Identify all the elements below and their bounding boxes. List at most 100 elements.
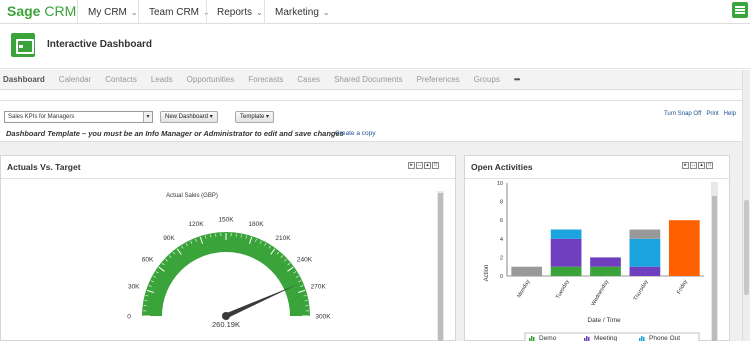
y-tick-label: 10 bbox=[497, 181, 503, 187]
tab-groups[interactable]: Groups bbox=[467, 75, 507, 84]
chevron-down-icon: ⌄ bbox=[130, 7, 138, 17]
gauge-tick-label: 300K bbox=[315, 314, 331, 321]
create-copy-link[interactable]: Create a copy bbox=[335, 130, 375, 137]
list-icon[interactable] bbox=[732, 2, 748, 18]
panel-scrollbar-thumb[interactable] bbox=[438, 193, 443, 341]
more-tabs-button[interactable]: ••• bbox=[507, 75, 526, 84]
tab-preferences[interactable]: Preferences bbox=[410, 75, 467, 84]
y-tick-label: 8 bbox=[500, 200, 503, 206]
panel-scrollbar[interactable] bbox=[437, 191, 444, 341]
toolbar-links: Turn Snap Off Print Help bbox=[664, 111, 736, 117]
tab-dashboard[interactable]: Dashboard bbox=[0, 75, 52, 84]
y-tick-label: 2 bbox=[500, 255, 503, 261]
tab-forecasts[interactable]: Forecasts bbox=[241, 75, 290, 84]
tab-bar: Dashboard Calendar Contacts Leads Opport… bbox=[0, 70, 742, 90]
print-link[interactable]: Print bbox=[706, 111, 718, 117]
menu-my-crm[interactable]: My CRM ⌄ bbox=[77, 0, 148, 24]
tab-shared-documents[interactable]: Shared Documents bbox=[327, 75, 409, 84]
page-title: Interactive Dashboard bbox=[47, 39, 153, 50]
gauge-band bbox=[142, 232, 310, 316]
bar-segment[interactable] bbox=[590, 266, 621, 276]
logo-crm-text: CRM bbox=[44, 3, 77, 19]
refresh-icon[interactable]: ↔ bbox=[416, 162, 423, 169]
menu-label: Reports bbox=[217, 6, 253, 18]
turn-snap-off-link[interactable]: Turn Snap Off bbox=[664, 111, 701, 117]
bar-segment[interactable] bbox=[511, 266, 543, 276]
gauge-chart: Actual Sales (GBP) 0 30K 60K 90K 120K 150K 180… bbox=[127, 193, 331, 329]
template-button[interactable]: Template ▾ bbox=[235, 111, 275, 123]
gauge-tick-label: 30K bbox=[128, 284, 140, 291]
menu-label: Marketing bbox=[275, 6, 319, 18]
menu-label: Team CRM bbox=[149, 6, 200, 18]
y-tick-label: 0 bbox=[500, 274, 503, 280]
y-axis-label: Action bbox=[484, 265, 490, 282]
gauge-tick-label: 150K bbox=[218, 217, 234, 224]
bar-segment[interactable] bbox=[668, 220, 700, 276]
sage-crm-logo[interactable]: Sage CRM bbox=[7, 3, 76, 19]
panel-title: Actuals Vs. Target bbox=[7, 162, 81, 172]
open-activities-panel: Open Activities ▸ ↔ ▴ □ 0 2 4 6 8 10 Monday Tu… bbox=[464, 155, 730, 341]
chart-category-labels: Monday Tuesday Wednesday Thursday Friday bbox=[516, 279, 689, 307]
menu-reports[interactable]: Reports ⌄ bbox=[206, 0, 273, 24]
settings-icon[interactable]: ▸ bbox=[682, 162, 689, 169]
panel-controls: ▸ ↔ ▴ □ bbox=[408, 162, 439, 169]
panel-scrollbar[interactable] bbox=[711, 182, 718, 341]
tab-opportunities[interactable]: Opportunities bbox=[180, 75, 242, 84]
page-scrollbar[interactable] bbox=[742, 70, 750, 341]
gauge-value-label: 260.19K bbox=[212, 320, 240, 329]
tab-cases[interactable]: Cases bbox=[290, 75, 327, 84]
category-label: Wednesday bbox=[591, 279, 611, 307]
dashboard-select-value: Sales KPIs for Managers bbox=[8, 114, 75, 120]
gauge-tick-label: 270K bbox=[311, 284, 327, 291]
panel-scrollbar-thumb[interactable] bbox=[712, 196, 717, 341]
actuals-vs-target-panel: Actuals Vs. Target ▸ ↔ ▴ □ Actual Sales … bbox=[0, 155, 456, 341]
category-label: Friday bbox=[676, 279, 689, 295]
new-dashboard-button[interactable]: New Dashboard ▾ bbox=[160, 111, 218, 123]
dashboard-select[interactable]: Sales KPIs for Managers ▾ bbox=[4, 111, 153, 123]
legend-label: Meeting bbox=[594, 335, 618, 341]
page-scrollbar-thumb[interactable] bbox=[744, 200, 749, 295]
refresh-icon[interactable]: ↔ bbox=[690, 162, 697, 169]
bar-segment[interactable] bbox=[590, 257, 621, 267]
maximize-icon[interactable]: □ bbox=[432, 162, 439, 169]
gauge-tick-label: 60K bbox=[142, 256, 154, 263]
gauge-title: Actual Sales (GBP) bbox=[166, 193, 218, 199]
gauge-tick-label: 180K bbox=[248, 221, 264, 228]
collapse-icon[interactable]: ▴ bbox=[424, 162, 431, 169]
menu-marketing[interactable]: Marketing ⌄ bbox=[264, 0, 340, 24]
bar-segment[interactable] bbox=[629, 266, 661, 276]
dashboard-icon bbox=[11, 33, 35, 57]
panel-controls: ▸ ↔ ▴ □ bbox=[682, 162, 713, 169]
category-label: Monday bbox=[516, 279, 531, 299]
gauge-tick-label: 90K bbox=[163, 235, 175, 242]
settings-icon[interactable]: ▸ bbox=[408, 162, 415, 169]
bar-segment[interactable] bbox=[550, 238, 582, 267]
bar-segment[interactable] bbox=[550, 266, 582, 276]
legend-label: Phone Out bbox=[649, 335, 680, 341]
divider bbox=[0, 100, 742, 101]
top-navigation: Sage CRM My CRM ⌄ Team CRM ⌄ Reports ⌄ Mark… bbox=[0, 0, 750, 24]
chart-bars bbox=[511, 220, 700, 276]
bar-segment[interactable] bbox=[629, 229, 661, 239]
y-tick-label: 6 bbox=[500, 218, 503, 224]
collapse-icon[interactable]: ▴ bbox=[698, 162, 705, 169]
gauge-tick-label: 0 bbox=[127, 314, 131, 321]
tab-leads[interactable]: Leads bbox=[144, 75, 180, 84]
logo-sage-text: Sage bbox=[7, 3, 41, 19]
dropdown-arrow-icon: ▾ bbox=[143, 112, 152, 122]
y-tick-label: 4 bbox=[500, 237, 503, 243]
help-link[interactable]: Help bbox=[724, 111, 736, 117]
x-axis-label: Date / Time bbox=[587, 317, 621, 324]
maximize-icon[interactable]: □ bbox=[706, 162, 713, 169]
page-header: Interactive Dashboard bbox=[0, 25, 750, 69]
gauge-tick-label: 240K bbox=[297, 256, 313, 263]
chevron-down-icon: ⌄ bbox=[256, 7, 263, 17]
tab-contacts[interactable]: Contacts bbox=[98, 75, 144, 84]
chart-legend: Demo Meeting Phone Out bbox=[524, 332, 700, 341]
bar-segment[interactable] bbox=[629, 238, 661, 267]
bar-segment[interactable] bbox=[550, 229, 582, 239]
divider bbox=[1, 178, 455, 179]
tab-calendar[interactable]: Calendar bbox=[52, 75, 98, 84]
template-notice: Dashboard Template – you must be an Info… bbox=[6, 129, 344, 138]
gauge-needle bbox=[224, 284, 298, 319]
